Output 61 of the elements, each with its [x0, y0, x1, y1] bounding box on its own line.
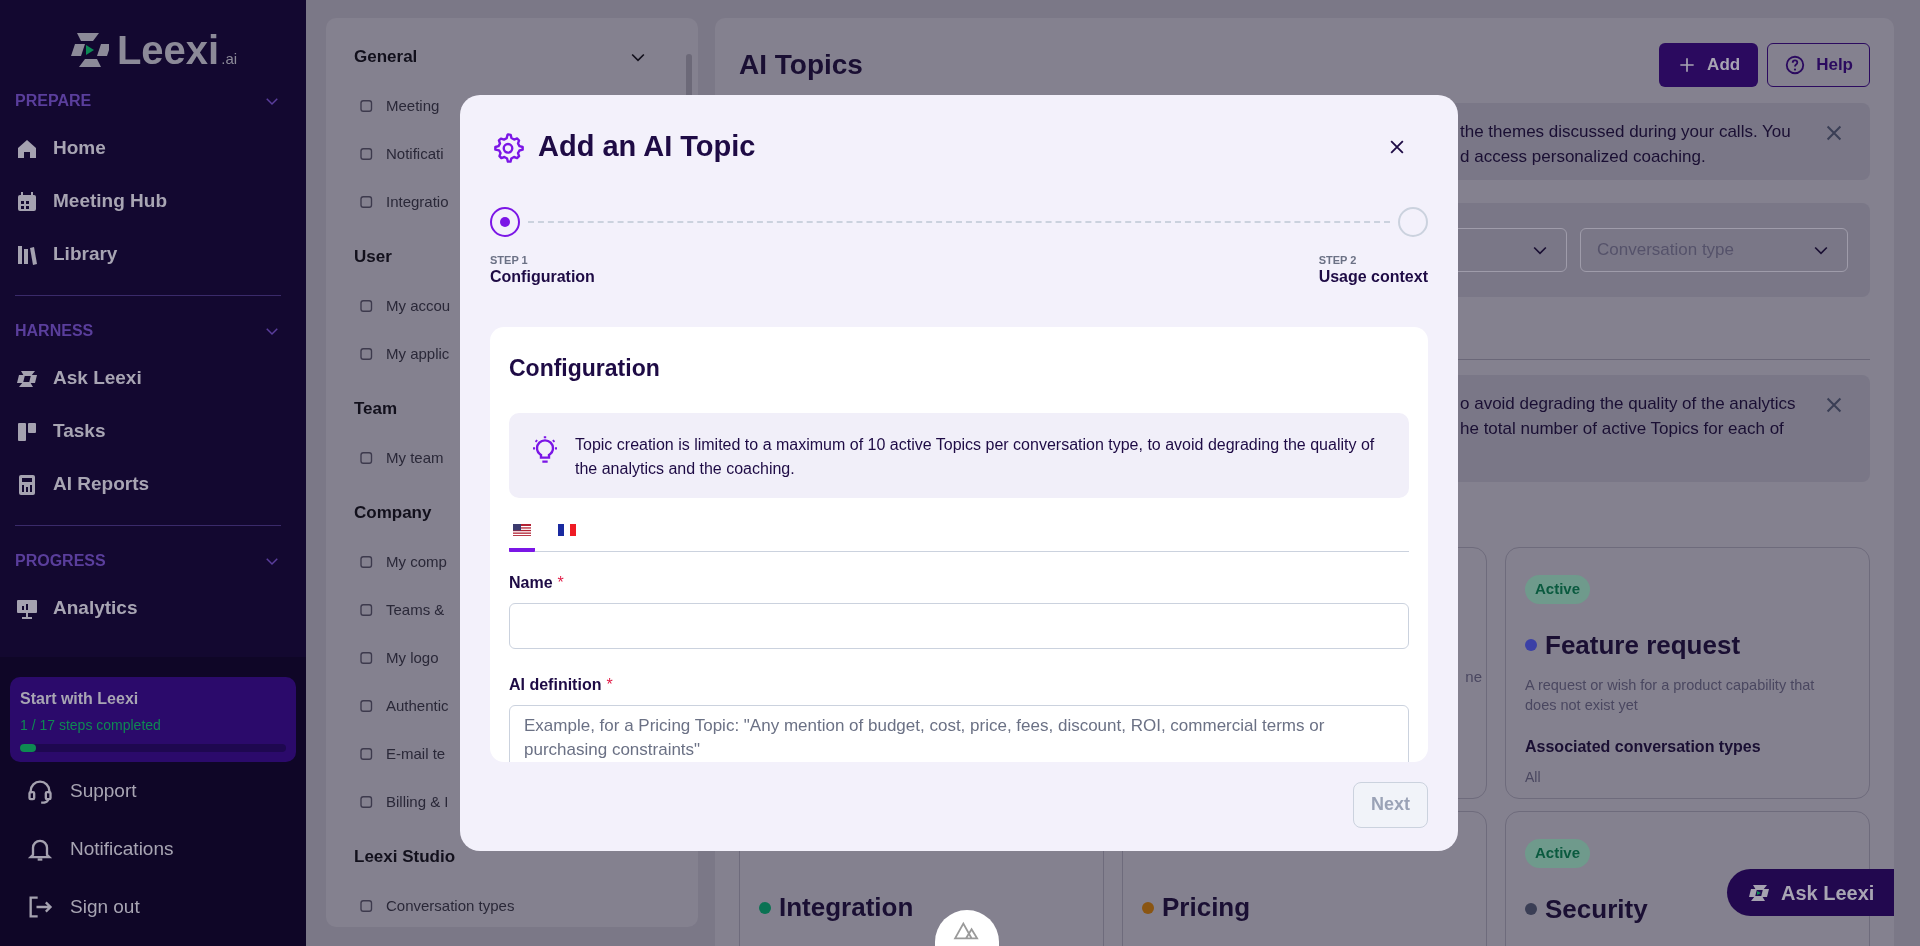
status-badge: Active — [1525, 575, 1591, 604]
settings-label: My logo — [386, 647, 439, 668]
card-text: All — [1525, 767, 1541, 787]
settings-label: Integratio — [386, 191, 449, 212]
settings-label: Authentic — [386, 695, 449, 716]
section-heading: PROGRESS — [15, 551, 106, 571]
onboarding-title: Start with Leexi — [20, 689, 140, 709]
step-label: Configuration — [490, 266, 595, 287]
settings-label: My team — [386, 447, 444, 468]
card-description: A request or wish for a product capability that does not exist yet — [1525, 675, 1816, 715]
settings-label: My comp — [386, 551, 447, 572]
nav-label: Home — [53, 136, 106, 161]
settings-label: My applic — [386, 343, 450, 364]
settings-label: My accou — [386, 295, 451, 316]
settings-label: Meeting — [386, 95, 440, 116]
group-heading: Company — [354, 502, 432, 525]
nav-label: Library — [53, 242, 118, 267]
card-title: Feature request — [1545, 628, 1741, 662]
settings-label: Teams & — [386, 599, 445, 620]
dialog-title: Add an AI Topic — [538, 129, 756, 164]
nav-label: AI Reports — [53, 472, 150, 497]
card-subheading: Associated conversation types — [1525, 736, 1761, 757]
nav-label: Tasks — [53, 419, 106, 444]
nav-label: Notifications — [70, 836, 174, 861]
nav-label: Ask Leexi — [53, 366, 142, 391]
card-text: ne — [1465, 667, 1482, 687]
step-label: Usage context — [1318, 266, 1428, 287]
nav-label: Sign out — [70, 894, 140, 919]
banner-text: he total number of active Topics for each of — [1460, 418, 1785, 440]
group-heading: User — [354, 246, 392, 269]
page-title: AI Topics — [739, 48, 863, 82]
settings-label: Conversation types — [386, 895, 515, 916]
field-label: Name — [509, 573, 553, 593]
field-label: AI definition — [509, 675, 602, 695]
nav-label: Analytics — [53, 596, 138, 621]
card-title: Pricing — [1162, 891, 1251, 924]
banner-text: the themes discussed during your calls. You — [1460, 121, 1791, 143]
group-heading: Team — [354, 398, 398, 421]
progress-text: 1 / 17 steps completed — [20, 716, 162, 735]
step-number: STEP 1 — [490, 252, 529, 267]
logo-text: Leexi — [116, 30, 220, 70]
group-heading: General — [354, 46, 418, 69]
required-mark: * — [606, 675, 613, 695]
nav-label: Meeting Hub — [53, 189, 167, 214]
banner-text: d access personalized coaching. — [1460, 146, 1707, 168]
notice-text: Topic creation is limited to a maximum of 10 active Topics per conversation type, to avoid degrading the quality of the analytics and the coaching. — [575, 435, 1376, 479]
section-heading: HARNESS — [15, 321, 94, 341]
settings-label: Notificati — [386, 143, 444, 164]
card-title: Security — [1545, 892, 1648, 926]
settings-label: Billing & I — [386, 791, 449, 812]
section-title: Configuration — [509, 353, 661, 383]
section-heading: PREPARE — [15, 91, 92, 111]
banner-text: o avoid degrading the quality of the analytics — [1460, 393, 1796, 415]
card-title: Integration — [779, 891, 914, 924]
step-number: STEP 2 — [1318, 252, 1358, 267]
group-heading: Leexi Studio — [354, 846, 456, 869]
settings-label: E-mail te — [386, 743, 446, 764]
required-mark: * — [557, 573, 564, 593]
nav-label: Support — [70, 778, 137, 803]
logo-suffix: .ai — [221, 48, 238, 69]
status-badge: Active — [1525, 839, 1591, 868]
